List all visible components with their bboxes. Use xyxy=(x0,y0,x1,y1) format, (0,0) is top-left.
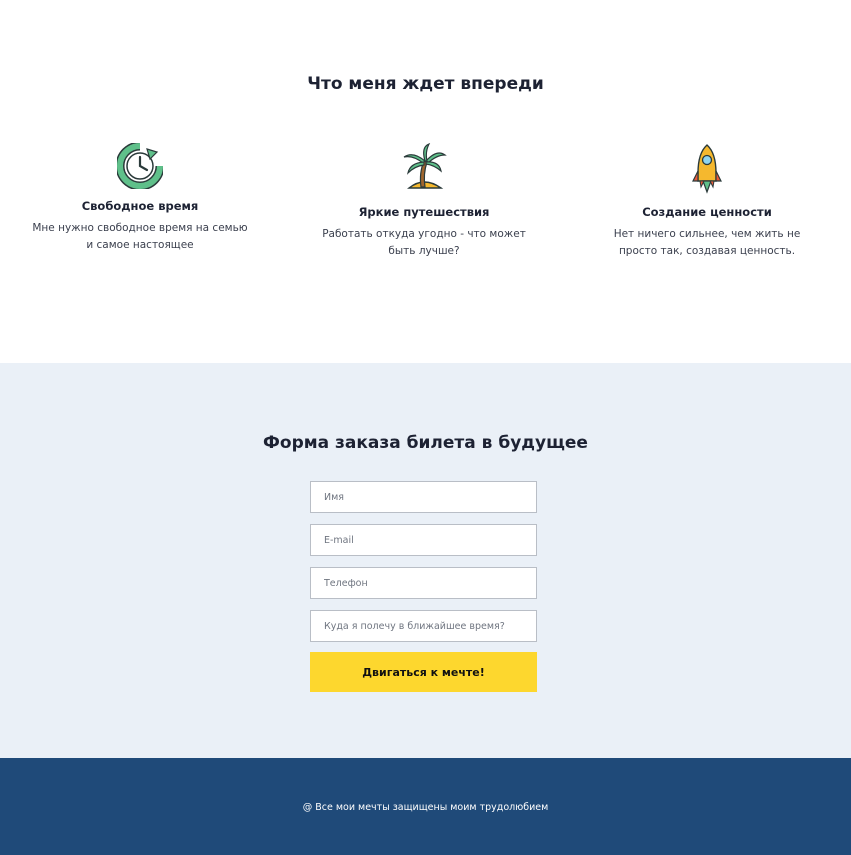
feature-title: Свободное время xyxy=(81,199,199,213)
clock-icon xyxy=(117,143,163,189)
feature-title: Яркие путешествия xyxy=(358,205,490,219)
feature-text: Нет ничего сильнее, чем жить не просто т… xyxy=(613,228,801,257)
submit-button[interactable]: Двигаться к мечте! xyxy=(310,652,537,692)
feature-free-time: Свободное время Мне нужно свободное врем… xyxy=(20,143,260,254)
name-input[interactable] xyxy=(310,481,537,513)
feature-value: Создание ценности Нет ничего сильнее, че… xyxy=(587,143,827,260)
features-section: Что меня ждет впереди Свободное время Мн… xyxy=(0,0,851,363)
ticket-order-form: Двигаться к мечте! xyxy=(310,481,537,692)
order-form-section: Форма заказа билета в будущее Двигаться … xyxy=(0,363,851,758)
feature-text: Работать откуда угодно - что может быть … xyxy=(322,228,526,257)
features-title: Что меня ждет впереди xyxy=(307,74,544,94)
destination-input[interactable] xyxy=(310,610,537,642)
rocket-icon xyxy=(692,144,722,194)
order-form-title: Форма заказа билета в будущее xyxy=(263,433,588,453)
palm-island-icon xyxy=(403,143,447,189)
feature-travel: Яркие путешествия Работать откуда угодно… xyxy=(304,143,544,260)
phone-input[interactable] xyxy=(310,567,537,599)
footer: @ Все мои мечты защищены моим трудолюбие… xyxy=(0,758,851,855)
feature-text: Мне нужно свободное время на семью и сам… xyxy=(32,222,248,251)
copyright-text: @ Все мои мечты защищены моим трудолюбие… xyxy=(302,802,549,813)
feature-title: Создание ценности xyxy=(642,205,772,219)
email-input[interactable] xyxy=(310,524,537,556)
